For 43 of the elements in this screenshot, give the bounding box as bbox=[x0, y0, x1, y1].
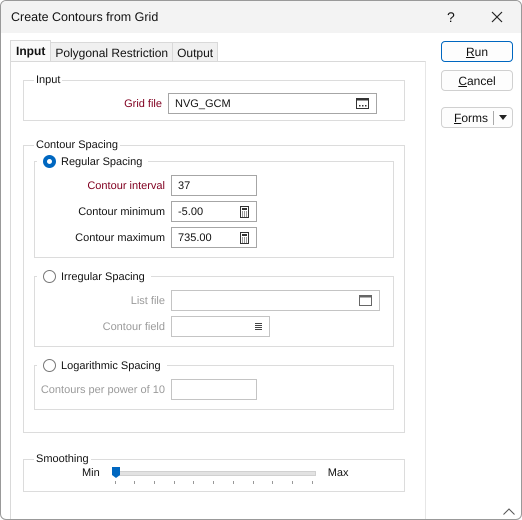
tab[interactable]: Input bbox=[10, 40, 52, 61]
input-field[interactable] bbox=[171, 290, 380, 311]
help-button[interactable]: ? bbox=[447, 9, 467, 25]
radio-label: Logarithmic Spacing bbox=[61, 360, 161, 372]
collapse-icon[interactable] bbox=[503, 508, 515, 515]
group-title: Input bbox=[35, 74, 62, 86]
field-label: List file bbox=[130, 294, 166, 306]
list-icon[interactable] bbox=[255, 323, 262, 330]
field-label: Contour maximum bbox=[74, 232, 166, 244]
browse-icon[interactable] bbox=[356, 98, 369, 109]
radio-label: Irregular Spacing bbox=[61, 270, 145, 282]
calculator-icon[interactable] bbox=[240, 232, 249, 244]
tab[interactable]: Output bbox=[172, 42, 218, 61]
input-field[interactable]: NVG_GCM bbox=[168, 93, 377, 114]
radio-button[interactable] bbox=[43, 155, 56, 168]
field-label: Contours per power of 10 bbox=[40, 384, 166, 396]
radio-button[interactable] bbox=[43, 270, 56, 283]
dialog-button[interactable]: Run bbox=[441, 41, 513, 62]
calculator-icon[interactable] bbox=[240, 206, 249, 218]
window-title: Create Contours from Grid bbox=[11, 10, 160, 24]
dialog-button[interactable]: Cancel bbox=[441, 70, 513, 91]
input-field[interactable] bbox=[171, 316, 270, 337]
radio-label: Regular Spacing bbox=[61, 156, 142, 168]
slider-max-label: Max bbox=[328, 467, 349, 479]
tab[interactable]: Polygonal Restriction bbox=[50, 42, 174, 61]
field-label: Contour minimum bbox=[77, 206, 166, 218]
radio-button[interactable] bbox=[43, 359, 56, 372]
field-label: Contour field bbox=[102, 320, 166, 332]
group-title: Contour Spacing bbox=[35, 139, 119, 151]
slider-thumb[interactable] bbox=[112, 467, 120, 478]
group-title: Smoothing bbox=[35, 453, 90, 465]
input-field[interactable] bbox=[171, 379, 257, 400]
field-label: Grid file bbox=[123, 98, 163, 110]
input-field[interactable]: -5.00 bbox=[171, 201, 257, 222]
input-field[interactable]: 735.00 bbox=[171, 227, 257, 248]
slider[interactable] bbox=[112, 467, 316, 487]
input-field[interactable]: 37 bbox=[171, 175, 257, 196]
slider-min-label: Min bbox=[82, 467, 100, 479]
dialog-button[interactable]: Forms bbox=[441, 107, 513, 128]
field-label: Contour interval bbox=[86, 180, 166, 192]
close-icon[interactable] bbox=[491, 11, 503, 23]
window-icon[interactable] bbox=[359, 295, 372, 306]
caret-icon[interactable] bbox=[499, 115, 507, 120]
